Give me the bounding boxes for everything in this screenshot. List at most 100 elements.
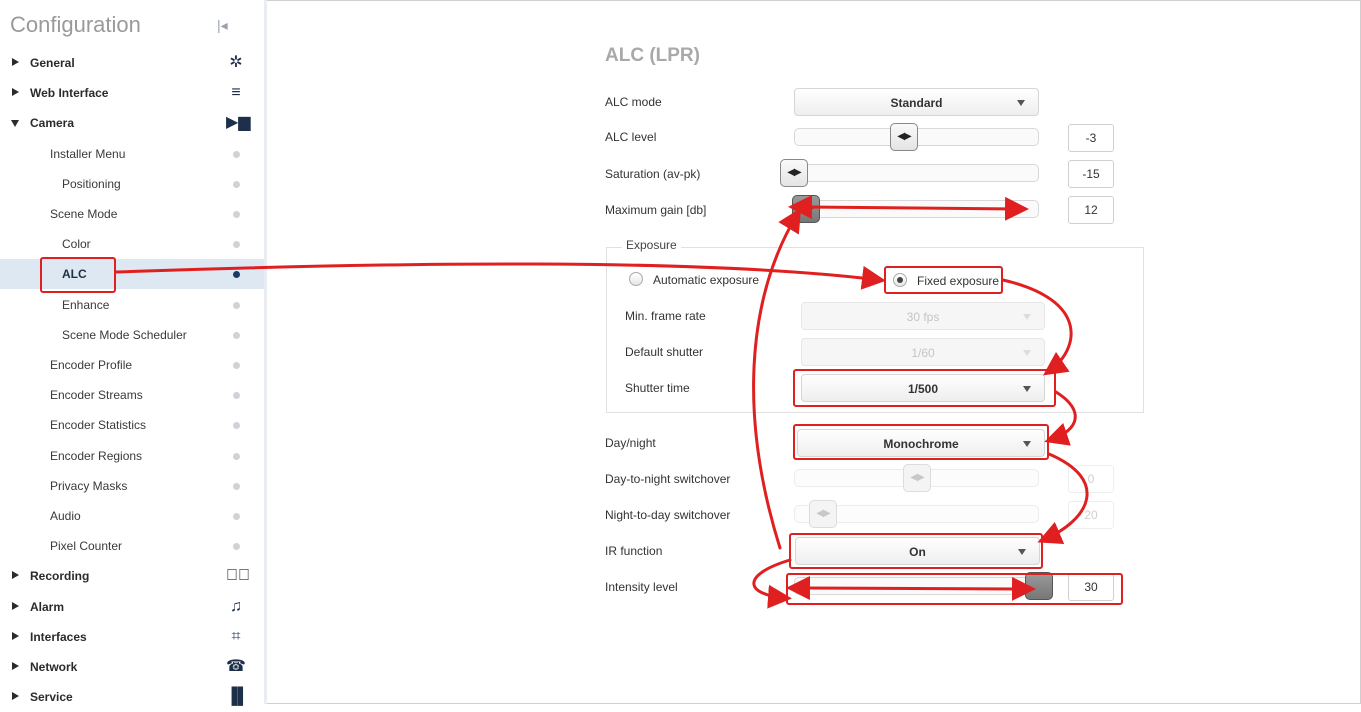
max-gain-slider[interactable] [794, 200, 1039, 218]
alc-level-input[interactable]: -3 [1068, 124, 1114, 152]
saturation-input[interactable]: -15 [1068, 160, 1114, 188]
automatic-exposure-label: Automatic exposure [653, 273, 760, 287]
dot-icon [233, 483, 240, 490]
sidebar-title: Configuration [10, 12, 141, 37]
default-shutter-label: Default shutter [625, 345, 704, 359]
sidebar: Configuration |◂ General ✲ Web Interface ≡ C… [0, 0, 267, 705]
sidebar-item-audio[interactable]: Audio [0, 501, 264, 531]
collapsed-triangle-icon [12, 632, 19, 640]
intensity-level-input[interactable]: 30 [1068, 573, 1114, 601]
network-icon: ☎ [226, 658, 246, 675]
dot-icon [233, 362, 240, 369]
sidebar-item-label: ALC [62, 267, 87, 281]
day-to-night-slider-handle[interactable]: ◀▶ [903, 464, 931, 492]
chevron-down-icon [1023, 441, 1031, 447]
default-shutter-value: 1/60 [911, 346, 935, 360]
dot-icon [233, 151, 240, 158]
max-gain-slider-handle[interactable]: ◀▶ [792, 195, 820, 223]
shutter-time-value: 1/500 [907, 382, 939, 396]
shutter-time-select[interactable]: 1/500 [801, 374, 1045, 402]
sidebar-item-color[interactable]: Color [0, 229, 264, 259]
saturation-label: Saturation (av-pk) [605, 167, 701, 181]
sidebar-item-positioning[interactable]: Positioning [0, 169, 264, 199]
sidebar-item-encoder-statistics[interactable]: Encoder Statistics [0, 410, 264, 440]
alc-mode-value: Standard [890, 96, 943, 110]
min-frame-rate-value: 30 fps [906, 310, 940, 324]
dot-icon [233, 513, 240, 520]
dot-icon [233, 181, 240, 188]
saturation-slider[interactable] [794, 164, 1039, 182]
dot-icon [233, 332, 240, 339]
dot-icon [233, 453, 240, 460]
fixed-exposure-radio[interactable] [893, 273, 907, 287]
sidebar-item-encoder-streams[interactable]: Encoder Streams [0, 380, 264, 410]
page-title: ALC (LPR) [605, 45, 700, 66]
max-gain-input[interactable]: 12 [1068, 196, 1114, 224]
collapsed-triangle-icon [12, 692, 19, 700]
sidebar-item-scene-mode-scheduler[interactable]: Scene Mode Scheduler [0, 320, 264, 350]
exposure-legend: Exposure [622, 238, 681, 252]
sidebar-item-general[interactable]: General ✲ [0, 48, 264, 78]
sidebar-item-network[interactable]: Network ☎ [0, 652, 264, 682]
sidebar-item-web-interface[interactable]: Web Interface ≡ [0, 78, 264, 108]
collapsed-triangle-icon [12, 662, 19, 670]
sidebar-item-alarm[interactable]: Alarm ♫ [0, 592, 264, 622]
sidebar-item-label: Encoder Regions [50, 449, 143, 463]
automatic-exposure-radio[interactable] [629, 272, 643, 286]
collapsed-triangle-icon [12, 571, 19, 579]
sidebar-item-enhance[interactable]: Enhance [0, 290, 264, 320]
sidebar-item-scene-mode[interactable]: Scene Mode [0, 199, 264, 229]
intensity-level-slider[interactable] [794, 577, 1039, 595]
recording-icon: ▶⃞ [226, 567, 250, 584]
day-night-select[interactable]: Monochrome [797, 429, 1045, 457]
sidebar-item-label: Alarm [30, 600, 65, 614]
sidebar-item-encoder-profile[interactable]: Encoder Profile [0, 350, 264, 380]
collapsed-triangle-icon [12, 58, 19, 66]
dot-icon [233, 211, 240, 218]
min-frame-rate-select[interactable]: 30 fps [801, 302, 1045, 330]
sidebar-item-label: Color [62, 237, 91, 251]
camera-icon: ▶▆ [226, 114, 251, 131]
interfaces-icon: ⌗ [231, 628, 241, 645]
collapsed-triangle-icon [12, 88, 19, 96]
dot-icon [233, 543, 240, 550]
intensity-level-slider-handle[interactable] [1025, 572, 1053, 600]
sidebar-item-label: Recording [30, 569, 90, 583]
sidebar-item-label: Network [30, 660, 78, 674]
day-night-label: Day/night [605, 436, 656, 450]
max-gain-label: Maximum gain [db] [605, 203, 707, 217]
sidebar-item-camera[interactable]: Camera ▶▆ [0, 108, 264, 138]
sidebar-item-service[interactable]: Service ▐▌ [0, 682, 264, 712]
night-to-day-slider-handle[interactable]: ◀▶ [809, 500, 837, 528]
alc-mode-select[interactable]: Standard [794, 88, 1039, 116]
sidebar-item-label: Encoder Profile [50, 358, 133, 372]
night-to-day-label: Night-to-day switchover [605, 508, 731, 522]
collapse-sidebar-icon[interactable]: |◂ [217, 17, 231, 33]
alc-level-slider-handle[interactable]: ◀▶ [890, 123, 918, 151]
expanded-triangle-icon [11, 120, 19, 127]
sidebar-item-privacy-masks[interactable]: Privacy Masks [0, 471, 264, 501]
dot-icon [233, 241, 240, 248]
saturation-slider-handle[interactable]: ◀▶ [780, 159, 808, 187]
sidebar-item-pixel-counter[interactable]: Pixel Counter [0, 531, 264, 561]
sidebar-item-encoder-regions[interactable]: Encoder Regions [0, 441, 264, 471]
default-shutter-select[interactable]: 1/60 [801, 338, 1045, 366]
sidebar-item-label: Encoder Streams [50, 388, 143, 402]
sidebar-item-label: Camera [30, 116, 75, 130]
day-to-night-input[interactable]: 0 [1068, 465, 1114, 493]
sidebar-item-installer-menu[interactable]: Installer Menu [0, 139, 264, 169]
bar-chart-icon: ▐▌ [226, 688, 249, 705]
dot-icon [233, 302, 240, 309]
sidebar-item-label: Enhance [62, 298, 110, 312]
sidebar-item-label: Web Interface [30, 86, 109, 100]
sidebar-item-alc[interactable]: ALC [0, 259, 264, 289]
shutter-time-label: Shutter time [625, 381, 690, 395]
sidebar-item-interfaces[interactable]: Interfaces ⌗ [0, 622, 264, 652]
night-to-day-input[interactable]: 20 [1068, 501, 1114, 529]
ir-function-select[interactable]: On [795, 537, 1040, 565]
sidebar-item-label: General [30, 56, 75, 70]
alc-level-label: ALC level [605, 130, 657, 144]
sidebar-item-recording[interactable]: Recording ▶⃞ [0, 561, 264, 591]
min-frame-rate-label: Min. frame rate [625, 309, 706, 323]
ir-function-label: IR function [605, 544, 663, 558]
